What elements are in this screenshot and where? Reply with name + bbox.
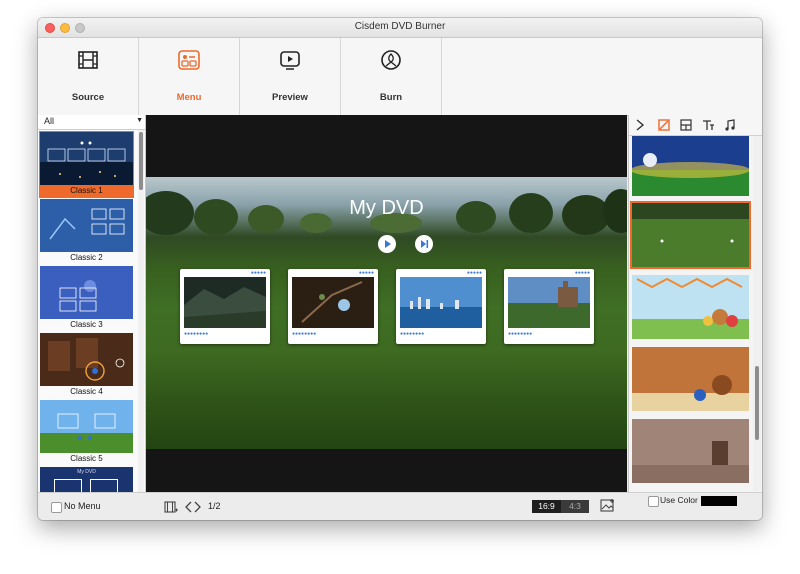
color-swatch[interactable] (701, 496, 737, 506)
layout-icon[interactable] (679, 118, 693, 132)
menu-preview-area: My DVD ●●●●● ●●●●●●●● ●●●●● ●●●●●●●● ●●●… (146, 115, 627, 492)
chapter-caption-placeholder: ●●●●●●●● (400, 331, 425, 337)
title-bar: Cisdem DVD Burner (38, 18, 762, 38)
chapter-card[interactable]: ●●●●● ●●●●●●●● (504, 269, 594, 344)
dvd-menu-title[interactable]: My DVD (146, 197, 627, 220)
main-toolbar: Source Menu Preview Burn (38, 38, 762, 116)
film-icon (78, 51, 98, 69)
chapter-title-placeholder: ●●●●● (574, 270, 590, 276)
chapter-thumbnail (508, 277, 590, 328)
template-thumbnail (40, 266, 133, 319)
chapter-thumbnail (400, 277, 482, 328)
chevron-down-icon: ▼ (136, 117, 143, 124)
template-thumbnail (40, 400, 133, 453)
template-list: Classic 1 Classic 2 Classic 3 Classic 4 … (38, 130, 138, 492)
template-item-classic-5[interactable]: Classic 5 (40, 400, 133, 465)
template-label: Classic 1 (40, 185, 133, 196)
template-thumbnail (40, 333, 133, 386)
text-icon[interactable] (701, 118, 715, 132)
template-item-classic-1[interactable]: Classic 1 (39, 131, 134, 198)
template-label: Classic 3 (70, 320, 103, 329)
play-icon (385, 240, 391, 248)
toolbar-preview-button[interactable]: Preview (240, 38, 341, 115)
properties-tabs (629, 115, 762, 136)
chapter-caption-placeholder: ●●●●●●●● (292, 331, 317, 337)
background-list-scrollbar[interactable] (753, 136, 761, 491)
template-filter-value: All (44, 116, 55, 126)
toolbar-burn-button[interactable]: Burn (341, 38, 442, 115)
toolbar-preview-label: Preview (272, 92, 308, 103)
toolbar-menu-label: Menu (176, 92, 202, 103)
template-item-classic-3[interactable]: Classic 3 (40, 266, 133, 331)
bottom-bar: No Menu 1/2 16:9 4:3 Use Color (38, 492, 762, 520)
template-thumbnail (40, 199, 133, 252)
toolbar-source-label: Source (71, 92, 105, 103)
background-thumbnail-selected[interactable] (630, 201, 751, 269)
template-label: Classic 4 (70, 387, 103, 396)
template-thumbnail (40, 132, 133, 185)
chapter-card[interactable]: ●●●●● ●●●●●●●● (180, 269, 270, 344)
template-item-6[interactable]: My DVD (40, 467, 133, 492)
use-color-label: Use Color (660, 495, 698, 505)
template-list-scrollbar[interactable] (138, 130, 144, 492)
page-indicator: 1/2 (208, 501, 221, 511)
scrollbar-thumb[interactable] (755, 366, 759, 440)
toolbar-burn-label: Burn (379, 92, 403, 103)
no-menu-label: No Menu (64, 501, 101, 511)
chapter-card[interactable]: ●●●●● ●●●●●●●● (288, 269, 378, 344)
add-image-icon[interactable] (600, 498, 615, 513)
aspect-ratio-4-3-button[interactable]: 4:3 (561, 500, 589, 513)
toolbar-source-button[interactable]: Source (38, 38, 139, 115)
edit-background-icon[interactable] (657, 118, 671, 132)
template-panel: All ▼ Classic 1 Classic 2 Classic 3 Clas… (38, 115, 146, 492)
background-list (629, 136, 753, 490)
disc-burn-icon (381, 50, 401, 70)
template-label: Classic 2 (70, 253, 103, 262)
template-item-classic-2[interactable]: Classic 2 (40, 199, 133, 264)
background-thumbnail[interactable] (632, 347, 749, 411)
chapter-caption-placeholder: ●●●●●●●● (184, 331, 209, 337)
window-title: Cisdem DVD Burner (354, 21, 446, 32)
aspect-ratio-16-9-button[interactable]: 16:9 (532, 500, 561, 513)
chevron-right-icon[interactable] (633, 118, 647, 132)
chapter-title-placeholder: ●●●●● (250, 270, 266, 276)
next-chapter-button[interactable] (415, 235, 433, 253)
template-item-classic-4[interactable]: Classic 4 (40, 333, 133, 398)
play-all-button[interactable] (378, 235, 396, 253)
background-thumbnail[interactable] (632, 419, 749, 483)
menu-icon (178, 50, 200, 70)
toolbar-menu-button[interactable]: Menu (139, 38, 240, 115)
chapter-thumbnail (184, 277, 266, 328)
use-color-checkbox[interactable] (648, 496, 659, 507)
chapter-thumbnail (292, 277, 374, 328)
template-label: Classic 5 (70, 454, 103, 463)
play-icon (280, 51, 300, 70)
template-filter-dropdown[interactable]: All ▼ (38, 115, 145, 130)
background-thumbnail[interactable] (632, 136, 749, 196)
template-thumbnail-title: My DVD (77, 469, 96, 475)
chapter-caption-placeholder: ●●●●●●●● (508, 331, 533, 337)
scrollbar-thumb[interactable] (139, 132, 143, 190)
menu-canvas[interactable]: My DVD ●●●●● ●●●●●●●● ●●●●● ●●●●●●●● ●●●… (146, 177, 627, 449)
add-chapter-icon[interactable] (164, 500, 178, 514)
chapter-title-placeholder: ●●●●● (358, 270, 374, 276)
template-thumbnail: My DVD (40, 467, 133, 492)
skip-next-icon (421, 240, 429, 248)
no-menu-checkbox[interactable] (51, 502, 62, 513)
app-window: Cisdem DVD Burner Source Menu Preview Bu… (38, 18, 762, 520)
background-thumbnail[interactable] (632, 275, 749, 339)
background-panel (628, 115, 762, 492)
chapter-title-placeholder: ●●●●● (466, 270, 482, 276)
music-icon[interactable] (723, 118, 737, 132)
page-navigation-icon[interactable] (185, 500, 201, 514)
chapter-card[interactable]: ●●●●● ●●●●●●●● (396, 269, 486, 344)
